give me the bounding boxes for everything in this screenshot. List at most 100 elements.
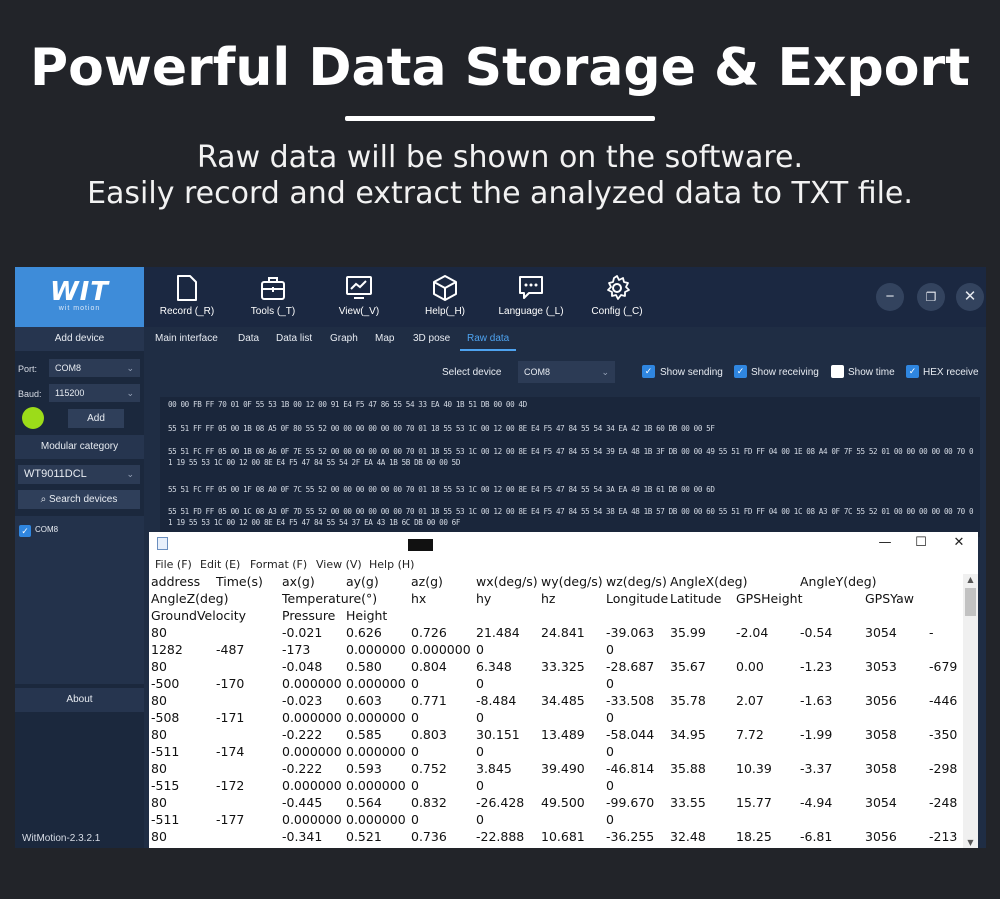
- data-row: -515 -172 0.000000 0.000000 0 0 0: [151, 778, 963, 795]
- notepad-close-button[interactable]: ✕: [944, 535, 974, 550]
- text-cell: -213: [929, 829, 958, 844]
- text-cell: 35.78: [670, 693, 706, 708]
- text-cell: 33.325: [541, 659, 585, 674]
- text-cell: -36.255: [606, 829, 655, 844]
- top-toolbar: WIT wit motion Record (_R) Tools (_T) Vi…: [15, 267, 986, 327]
- show-receiving-checkbox[interactable]: ✓: [734, 365, 747, 378]
- menu-format[interactable]: Format (F): [250, 558, 307, 571]
- text-cell: -46.814: [606, 761, 655, 776]
- text-cell: 0.000000: [411, 642, 471, 657]
- text-cell: -350: [929, 727, 958, 742]
- menu-view[interactable]: View (V): [316, 558, 362, 571]
- menu-config[interactable]: Config (_C): [579, 267, 655, 327]
- text-cell: 0: [606, 710, 614, 725]
- logo: WIT wit motion: [15, 267, 144, 327]
- file-icon: [177, 275, 197, 301]
- text-cell: 0: [476, 812, 484, 827]
- text-cell: -177: [216, 812, 245, 827]
- tab-graph[interactable]: Graph: [330, 333, 358, 344]
- model-value: WT9011DCL: [24, 468, 87, 480]
- text-cell: 0.000000: [346, 710, 406, 725]
- text-cell: -39.063: [606, 625, 655, 640]
- data-row: 1282 -487 -173 0.000000 0.000000 0 0: [151, 642, 963, 659]
- menu-help[interactable]: Help (H): [369, 558, 414, 571]
- text-cell: 10.681: [541, 829, 585, 844]
- vertical-scrollbar[interactable]: ▲ ▼: [963, 574, 978, 848]
- data-row: 80 -0.048 0.580 0.804 6.348 33.325 -28.687 35.6…: [151, 659, 963, 676]
- text-cell: -298: [929, 761, 958, 776]
- menu-tools[interactable]: Tools (_T): [235, 267, 311, 327]
- data-row: -508 -171 0.000000 0.000000 0 0 0: [151, 710, 963, 727]
- text-cell: -170: [216, 676, 245, 691]
- text-cell: 0: [476, 642, 484, 657]
- menu-language[interactable]: Language (_L): [493, 267, 569, 327]
- hero-subtitle-line2: Easily record and extract the analyzed d…: [87, 176, 913, 211]
- notepad-icon: [157, 537, 168, 550]
- text-cell: -6.81: [800, 829, 833, 844]
- monitor-chart-icon: [346, 276, 372, 299]
- restore-button[interactable]: ❐: [917, 283, 945, 311]
- menu-edit[interactable]: Edit (E): [200, 558, 240, 571]
- tab-raw-data[interactable]: Raw data: [467, 333, 509, 344]
- menu-help[interactable]: Help(_H): [407, 267, 483, 327]
- menu-record[interactable]: Record (_R): [149, 267, 225, 327]
- notepad-minimize-button[interactable]: —: [870, 535, 900, 550]
- show-sending-checkbox[interactable]: ✓: [642, 365, 655, 378]
- text-cell: 0.000000: [282, 812, 342, 827]
- minimize-button[interactable]: −: [876, 283, 904, 311]
- add-button[interactable]: Add: [68, 409, 124, 428]
- toolbox-icon: [261, 277, 285, 300]
- gear-icon: [607, 275, 630, 300]
- connection-status-indicator: [22, 407, 44, 429]
- tab-data-list[interactable]: Data list: [276, 333, 312, 344]
- chevron-down-icon: ⌄: [126, 363, 134, 373]
- data-row: 80 -0.023 0.603 0.771 -8.484 34.485 -33.508 35.…: [151, 693, 963, 710]
- text-cell: -0.341: [282, 829, 323, 844]
- notepad-text-area[interactable]: address Time(s) ax(g) ay(g) az(g) wx(deg/s) wy…: [151, 574, 963, 848]
- text-cell: 39.490: [541, 761, 585, 776]
- model-select[interactable]: WT9011DCL ⌄: [18, 465, 140, 484]
- notepad-maximize-button[interactable]: ☐: [906, 535, 936, 550]
- menu-language-label: Language (_L): [498, 306, 564, 317]
- text-cell: 0: [606, 812, 614, 827]
- port-select[interactable]: COM8 ⌄: [49, 359, 140, 377]
- search-devices-button[interactable]: ⌕ Search devices: [18, 490, 140, 509]
- raw-data-line: 55 51 FD FF 05 00 1C 08 A3 0F 7D 55 52 0…: [168, 507, 974, 527]
- text-cell: 0: [606, 642, 614, 657]
- show-time-checkbox[interactable]: [831, 365, 844, 378]
- tab-main-interface[interactable]: Main interface: [155, 333, 218, 344]
- text-cell: 0.000000: [282, 710, 342, 725]
- tab-data[interactable]: Data: [238, 333, 259, 344]
- menu-view[interactable]: View(_V): [321, 267, 397, 327]
- text-cell: 80: [151, 795, 167, 810]
- text-cell: ax(g): [282, 574, 315, 589]
- text-cell: 18.25: [736, 829, 772, 844]
- text-cell: 0.585: [346, 727, 382, 742]
- scroll-down-icon[interactable]: ▼: [963, 838, 978, 847]
- tab-3d-pose[interactable]: 3D pose: [413, 333, 450, 344]
- modular-category-header: Modular category: [15, 435, 144, 459]
- text-cell: -511: [151, 744, 180, 759]
- text-cell: 0.626: [346, 625, 382, 640]
- text-cell: -1.23: [800, 659, 833, 674]
- header-row: AngleZ(deg) Temperature(°) hx hy hz Longitude…: [151, 591, 963, 608]
- menu-file[interactable]: File (F): [155, 558, 192, 571]
- version-label: WitMotion-2.3.2.1: [22, 833, 101, 844]
- raw-data-line: 55 51 FF FF 05 00 1B 08 A5 0F 80 55 52 0…: [168, 424, 715, 433]
- tab-map[interactable]: Map: [375, 333, 394, 344]
- hex-receive-checkbox[interactable]: ✓: [906, 365, 919, 378]
- data-row: 80 -0.445 0.564 0.832 -26.428 49.500 -99.670 33…: [151, 795, 963, 812]
- data-row: -511 -174 0.000000 0.000000 0 0 0: [151, 744, 963, 761]
- close-button[interactable]: ✕: [956, 283, 984, 311]
- device-checkbox[interactable]: ✓: [19, 525, 31, 537]
- text-cell: 3.845: [476, 761, 512, 776]
- about-button[interactable]: About: [15, 688, 144, 712]
- show-sending-label: Show sending: [660, 367, 723, 378]
- scroll-up-icon[interactable]: ▲: [963, 575, 978, 584]
- logo-subtext: wit motion: [58, 305, 101, 312]
- select-device-dropdown[interactable]: COM8 ⌄: [518, 361, 615, 383]
- scroll-thumb[interactable]: [965, 588, 976, 616]
- text-cell: 0: [411, 676, 419, 691]
- baud-select[interactable]: 115200 ⌄: [49, 384, 140, 402]
- text-cell: 34.95: [670, 727, 706, 742]
